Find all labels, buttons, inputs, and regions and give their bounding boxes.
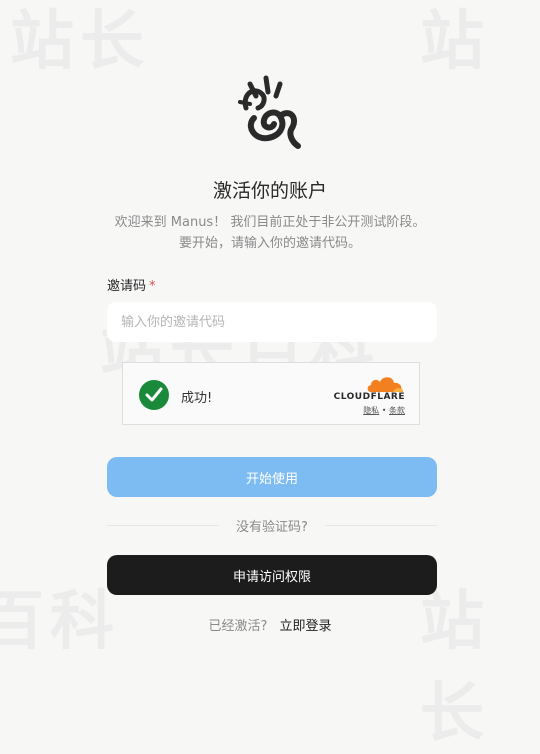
login-link[interactable]: 立即登录 (280, 619, 332, 634)
cloudflare-cloud-icon (367, 377, 403, 392)
already-activated-text: 已经激活? (208, 619, 268, 634)
watermark: 站 (420, 5, 490, 79)
no-code-divider: 没有验证码? (107, 516, 437, 535)
manus-hand-logo (238, 75, 301, 149)
invite-code-input[interactable] (107, 302, 435, 342)
required-mark: * (149, 279, 156, 294)
invite-code-field[interactable] (107, 302, 437, 342)
subtitle-line: 要开始，请输入你的邀请代码。 (178, 236, 361, 251)
check-circle-icon (139, 380, 169, 410)
link-separator: • (381, 406, 387, 415)
invite-code-label-text: 邀请码 (107, 279, 147, 294)
apply-access-button[interactable]: 申请访问权限 (107, 555, 437, 595)
login-footer: 已经激活? 立即登录 (0, 615, 540, 634)
cloudflare-wordmark: CLOUDFLARE (333, 392, 405, 402)
terms-link[interactable]: 条款 (389, 406, 405, 415)
start-button[interactable]: 开始使用 (107, 457, 437, 497)
page-subtitle: 欢迎来到 Manus！ 我们目前正处于非公开测试阶段。 要开始，请输入你的邀请代… (0, 212, 540, 254)
invite-code-label: 邀请码 * (107, 275, 156, 294)
watermark: 站长 (10, 5, 150, 79)
divider-line (325, 525, 437, 526)
page-title: 激活你的账户 (212, 180, 327, 202)
privacy-link[interactable]: 隐私 (363, 406, 379, 415)
subtitle-line: 欢迎来到 Manus！ 我们目前正处于非公开测试阶段。 (114, 215, 426, 230)
captcha-links: 隐私 • 条款 (363, 405, 405, 416)
cloudflare-captcha-widget[interactable]: 成功! CLOUDFLARE 隐私 • 条款 (122, 362, 420, 425)
captcha-status: 成功! (181, 391, 213, 406)
watermark: 站长 (420, 585, 490, 751)
